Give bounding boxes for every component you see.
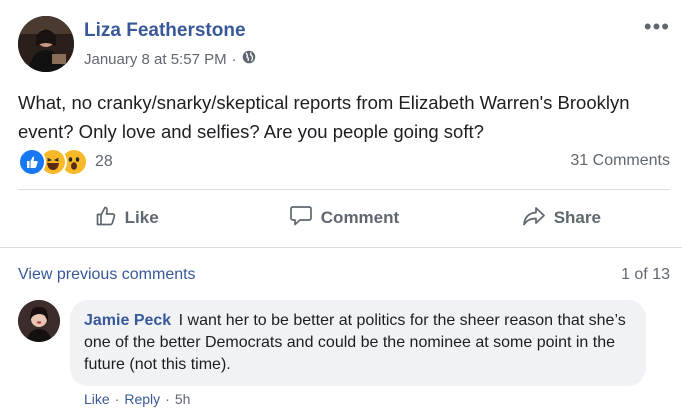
- comment-like-link[interactable]: Like: [84, 391, 110, 407]
- comment-button[interactable]: Comment: [235, 190, 452, 246]
- like-reaction-icon: [18, 148, 46, 176]
- comment-label: Comment: [320, 208, 400, 227]
- divider-bottom: [0, 247, 682, 248]
- comment-actions-separator: ·: [114, 391, 120, 407]
- comment-time[interactable]: 5h: [175, 391, 191, 407]
- view-previous-comments-link[interactable]: View previous comments: [18, 266, 196, 284]
- post-timestamp[interactable]: January 8 at 5:57 PM: [84, 51, 227, 68]
- comment-reply-link[interactable]: Reply: [124, 391, 160, 407]
- reaction-count: 28: [95, 153, 113, 170]
- comment-page-count: 1 of 13: [621, 266, 670, 283]
- globe-icon: [242, 50, 256, 68]
- reactions-summary[interactable]: 28: [18, 148, 113, 176]
- meta-separator: ·: [231, 50, 237, 68]
- comment-actions-separator: ·: [165, 391, 170, 407]
- speech-bubble-icon: [289, 205, 313, 232]
- more-options-icon[interactable]: •••: [644, 14, 670, 40]
- like-label: Like: [124, 208, 159, 227]
- comment-actions: Like · Reply · 5h: [84, 391, 190, 407]
- like-button[interactable]: Like: [18, 190, 235, 246]
- share-button[interactable]: Share: [453, 190, 670, 246]
- share-label: Share: [553, 208, 601, 227]
- comment-bubble: Jamie Peck I want her to be better at po…: [70, 300, 646, 386]
- post-meta: January 8 at 5:57 PM ·: [84, 50, 256, 68]
- post-author[interactable]: Liza Featherstone: [84, 20, 246, 42]
- thumbs-up-icon: [95, 205, 117, 232]
- action-bar: Like Comment Share: [18, 190, 670, 246]
- commenter-name[interactable]: Jamie Peck: [84, 312, 171, 329]
- share-arrow-icon: [522, 205, 546, 232]
- post-card: Liza Featherstone January 8 at 5:57 PM ·…: [0, 0, 682, 415]
- comment-count[interactable]: 31 Comments: [570, 152, 670, 170]
- post-text: What, no cranky/snarky/skeptical reports…: [18, 92, 630, 142]
- author-avatar[interactable]: [18, 16, 74, 72]
- commenter-avatar[interactable]: [18, 300, 60, 342]
